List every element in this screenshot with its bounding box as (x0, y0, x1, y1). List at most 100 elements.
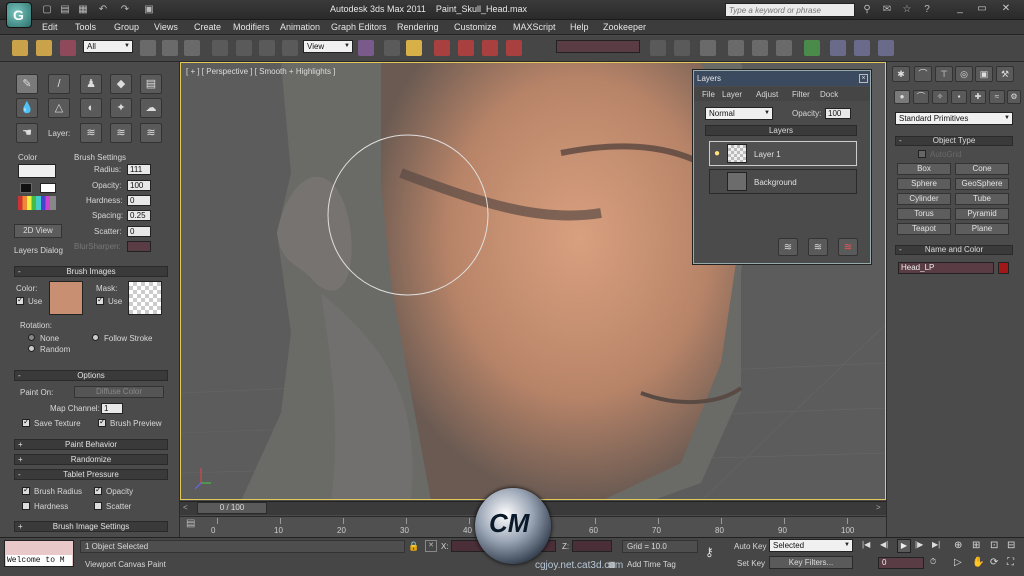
paint-brush-icon[interactable]: ✎ (16, 74, 38, 94)
key-mode-dropdown[interactable]: Selected (769, 539, 853, 552)
gradient-icon[interactable]: ▤ (140, 74, 162, 94)
select-scale-icon[interactable] (282, 40, 298, 56)
secondary-color-swatch[interactable] (40, 183, 56, 193)
rect-selection-icon[interactable] (184, 40, 200, 56)
pan-icon[interactable]: ✋ (972, 557, 986, 569)
layers-dialog-button[interactable]: Layers Dialog (14, 246, 63, 255)
torus-button[interactable]: Torus (897, 208, 951, 220)
restore-button[interactable]: ▭ (972, 2, 992, 16)
unlink-icon[interactable] (36, 40, 52, 56)
object-name-field[interactable]: Head_LP (898, 262, 994, 274)
geometry-icon[interactable]: ● (894, 90, 910, 104)
lock-selection-icon[interactable]: 🔒 (408, 541, 419, 552)
select-manipulate-icon[interactable] (384, 40, 400, 56)
paint-behavior-rollout[interactable]: + Paint Behavior (14, 439, 168, 450)
spacing-spinner[interactable]: 0.25 (127, 210, 151, 221)
pivot-center-icon[interactable] (358, 40, 374, 56)
field-of-view-icon[interactable]: ▷ (954, 557, 968, 569)
layer-row[interactable]: Background (709, 169, 857, 194)
brush-images-rollout[interactable]: - Brush Images (14, 266, 168, 277)
project-folder-icon[interactable]: ▣ (142, 3, 156, 17)
object-type-rollout[interactable]: - Object Type (895, 136, 1013, 146)
menu-views[interactable]: Views (154, 22, 178, 32)
goto-start-icon[interactable]: |◀ (862, 540, 874, 552)
zoom-extents-icon[interactable]: ⊡ (990, 540, 1004, 552)
mini-curve-editor-icon[interactable]: ▤ (186, 518, 200, 532)
prev-frame-icon[interactable]: < (183, 503, 191, 513)
select-move-icon[interactable] (236, 40, 252, 56)
hierarchy-tab-icon[interactable]: ⊤ (935, 66, 953, 82)
named-selection-sets-dropdown[interactable] (556, 40, 640, 53)
contrast-icon[interactable]: ◐ (80, 98, 102, 118)
hand-icon[interactable]: ☚ (16, 123, 38, 143)
smudge-icon[interactable]: ☁ (140, 98, 162, 118)
selection-filter-dropdown[interactable]: All (83, 40, 133, 53)
goto-end-icon[interactable]: ▶| (932, 540, 944, 552)
brush-preview-checkbox[interactable] (98, 417, 106, 427)
close-button[interactable]: ✕ (996, 2, 1016, 16)
eraser-icon[interactable]: / (48, 74, 70, 94)
percent-snap-icon[interactable] (458, 40, 474, 56)
layers-title-bar[interactable]: Layers (694, 71, 870, 86)
shapes-icon[interactable]: ⌒ (913, 90, 929, 104)
use-color-checkbox[interactable] (16, 295, 24, 305)
layer-opacity-spinner[interactable]: 100 (825, 108, 851, 119)
current-frame-field[interactable]: 0 (878, 557, 924, 569)
scatter-spinner[interactable]: 0 (127, 226, 151, 237)
layers-menu-layer[interactable]: Layer (722, 90, 742, 99)
auto-key-button[interactable]: Auto Key (734, 542, 766, 551)
align-icon[interactable] (674, 40, 690, 56)
blend-mode-dropdown[interactable]: Normal (705, 107, 773, 120)
render-production-icon[interactable] (878, 40, 894, 56)
bind-space-warp-icon[interactable] (60, 40, 76, 56)
delete-layer-icon[interactable]: ≋ (140, 123, 162, 143)
set-key-button[interactable]: Set Key (737, 559, 765, 568)
save-file-icon[interactable]: ▦ (76, 3, 90, 17)
maximize-viewport-icon[interactable]: ⛶ (1007, 557, 1021, 569)
layers-menu-adjust[interactable]: Adjust (756, 90, 778, 99)
spinner-snap-icon[interactable] (482, 40, 498, 56)
menu-tools[interactable]: Tools (75, 22, 96, 32)
open-file-icon[interactable]: ▤ (58, 3, 72, 17)
mirror-icon[interactable] (650, 40, 666, 56)
next-key-icon[interactable]: |▶ (915, 540, 927, 552)
create-tab-icon[interactable]: ✱ (892, 66, 910, 82)
menu-zookeeper[interactable]: Zookeeper (603, 22, 646, 32)
use-mask-checkbox[interactable] (96, 295, 104, 305)
display-tab-icon[interactable]: ▣ (975, 66, 993, 82)
menu-modifiers[interactable]: Modifiers (233, 22, 270, 32)
paint-on-dropdown[interactable]: Diffuse Color (74, 386, 164, 398)
tp-opacity-checkbox[interactable] (94, 485, 102, 495)
app-logo-icon[interactable]: G (6, 2, 32, 28)
clone-stamp-icon[interactable]: ♟ (80, 74, 102, 94)
modify-tab-icon[interactable]: ⌒ (914, 66, 932, 82)
minimize-button[interactable]: _ (950, 2, 970, 16)
utilities-tab-icon[interactable]: ⚒ (996, 66, 1014, 82)
angle-snap-icon[interactable] (434, 40, 450, 56)
window-crossing-icon[interactable] (212, 40, 228, 56)
teapot-button[interactable]: Teapot (897, 223, 951, 235)
motion-tab-icon[interactable]: ◎ (955, 66, 973, 82)
undo-icon[interactable]: ↶ (96, 3, 110, 17)
space-warps-icon[interactable]: ≈ (989, 90, 1005, 104)
orbit-icon[interactable]: ⟳ (990, 557, 1004, 569)
brush-mask-image[interactable] (128, 281, 162, 315)
blur-sharpen-spinner[interactable] (127, 241, 151, 252)
tablet-pressure-rollout[interactable]: - Tablet Pressure (14, 469, 168, 480)
tube-button[interactable]: Tube (955, 193, 1009, 205)
graphite-toolbar-icon[interactable] (728, 40, 744, 56)
sphere-button[interactable]: Sphere (897, 178, 951, 190)
maxscript-input[interactable]: Welcome to M (6, 555, 72, 566)
box-button[interactable]: Box (897, 163, 951, 175)
search-input[interactable]: Type a keyword or phrase (725, 3, 855, 17)
randomize-rollout[interactable]: + Randomize (14, 454, 168, 465)
layer-row[interactable]: ● Layer 1 (709, 141, 857, 166)
color-palette[interactable] (18, 196, 56, 210)
render-setup-icon[interactable] (830, 40, 846, 56)
tp-scatter-checkbox[interactable] (94, 502, 102, 510)
layers-menu-dock[interactable]: Dock (820, 90, 838, 99)
snaps-toggle-icon[interactable] (406, 40, 422, 56)
cone-button[interactable]: Cone (955, 163, 1009, 175)
layers-menu-filter[interactable]: Filter (792, 90, 810, 99)
help-icon[interactable]: ? (920, 3, 934, 17)
